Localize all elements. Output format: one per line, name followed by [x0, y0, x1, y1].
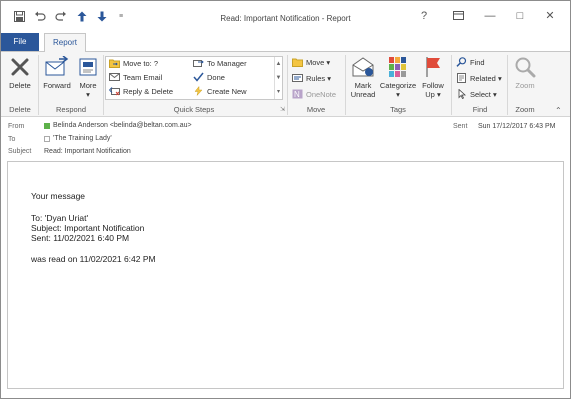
message-header: From Belinda Anderson <belinda@beltan.co…	[1, 117, 570, 159]
mark-unread-icon	[347, 56, 379, 78]
quick-step-create-new[interactable]: Create New	[193, 85, 247, 98]
ribbon: Delete Delete Forward More ▾ Respond Mov…	[1, 51, 570, 117]
more-respond-dropdown-arrow: ▾	[86, 90, 90, 99]
categorize-icon	[378, 56, 418, 78]
group-divider	[451, 55, 452, 115]
folder-arrow-icon	[109, 58, 120, 68]
group-label-respond: Respond	[55, 105, 87, 114]
ribbon-display-options-icon[interactable]	[447, 7, 469, 25]
forward-icon	[40, 55, 74, 78]
quick-step-move-to[interactable]: Move to: ?	[109, 58, 158, 70]
delete-button[interactable]: Delete	[5, 56, 35, 90]
find-icon	[456, 57, 467, 67]
from-value[interactable]: Belinda Anderson <belinda@beltan.com.au>	[53, 122, 192, 129]
delete-label: Delete	[9, 81, 31, 90]
zoom-icon	[510, 56, 540, 78]
message-body[interactable]: Your message To: 'Dyan Uriat' Subject: I…	[7, 161, 564, 389]
group-label-delete: Delete	[9, 105, 31, 114]
checkmark-icon	[193, 72, 204, 82]
move-folder-icon	[292, 57, 303, 67]
quick-step-to-manager[interactable]: To Manager	[193, 58, 247, 70]
envelope-icon	[109, 72, 120, 82]
ribbon-tabs: File Report	[1, 33, 570, 52]
minimize-button[interactable]: —	[479, 7, 501, 25]
onenote-icon: N	[292, 89, 303, 99]
flag-icon	[418, 56, 448, 78]
sent-value: Sun 17/12/2017 6:43 PM	[478, 123, 556, 130]
to-value[interactable]: 'The Training Lady'	[53, 135, 112, 142]
cursor-icon	[456, 88, 467, 100]
svg-text:N: N	[294, 90, 300, 99]
outlook-report-window: ≡ Read: Important Notification - Report …	[0, 0, 571, 399]
close-button[interactable]: ✕	[539, 7, 561, 25]
tab-report[interactable]: Report	[44, 33, 86, 52]
select-button[interactable]: Select ▾	[456, 88, 497, 101]
subject-value: Read: Important Notification	[44, 148, 131, 155]
group-divider	[103, 55, 104, 115]
presence-icon	[44, 123, 50, 129]
reply-delete-icon	[109, 86, 120, 96]
manager-icon	[193, 58, 204, 68]
more-respond-icon	[75, 56, 101, 78]
body-line-read-on: was read on 11/02/2021 6:42 PM	[31, 254, 156, 264]
lightning-icon	[193, 85, 204, 96]
quick-steps-gallery: Move to: ? Team Email Reply & Delete To …	[105, 56, 283, 100]
sent-label: Sent	[453, 123, 468, 130]
group-label-zoom: Zoom	[515, 105, 535, 114]
more-respond-button[interactable]: More ▾	[75, 56, 101, 99]
quick-step-done[interactable]: Done	[193, 72, 225, 84]
quick-steps-launcher-icon[interactable]: ⇲	[280, 106, 285, 113]
help-button[interactable]: ?	[413, 7, 435, 25]
body-line-subject: Subject: Important Notification	[31, 223, 145, 233]
forward-label: Forward	[43, 81, 71, 90]
related-icon	[456, 73, 467, 83]
group-divider	[287, 55, 288, 115]
tab-file[interactable]: File	[1, 33, 39, 51]
subject-label: Subject	[8, 148, 32, 155]
rules-icon	[292, 73, 303, 83]
related-button[interactable]: Related ▾	[456, 73, 502, 85]
follow-up-button[interactable]: Follow Up ▾	[418, 56, 448, 99]
title-bar: ≡ Read: Important Notification - Report …	[1, 1, 570, 33]
quick-steps-scroll[interactable]: ▲ ▼ ▾	[274, 57, 282, 99]
more-respond-label: More	[79, 81, 97, 90]
move-button[interactable]: Move ▾	[292, 57, 330, 69]
collapse-ribbon-icon[interactable]: ⌃	[555, 106, 562, 115]
presence-unknown-icon	[44, 136, 50, 142]
forward-button[interactable]: Forward	[40, 55, 74, 90]
onenote-button[interactable]: N OneNote	[292, 89, 336, 101]
mark-unread-button[interactable]: Mark Unread	[347, 56, 379, 99]
from-label: From	[8, 123, 25, 130]
group-label-quick-steps: Quick Steps	[173, 105, 215, 114]
body-line-your-message: Your message	[31, 191, 86, 201]
maximize-button[interactable]: □	[509, 7, 531, 25]
rules-button[interactable]: Rules ▾	[292, 73, 331, 85]
categorize-button[interactable]: Categorize ▾	[378, 56, 418, 99]
to-label: To	[8, 136, 16, 143]
group-label-find: Find	[472, 105, 488, 114]
group-label-tags: Tags	[390, 105, 406, 114]
body-line-to: To: 'Dyan Uriat'	[31, 213, 89, 223]
find-button[interactable]: Find	[456, 57, 485, 69]
body-line-sent: Sent: 11/02/2021 6:40 PM	[31, 233, 130, 243]
delete-icon	[5, 56, 35, 78]
quick-step-reply-delete[interactable]: Reply & Delete	[109, 86, 173, 98]
quick-step-team-email[interactable]: Team Email	[109, 72, 162, 84]
categorize-dropdown-arrow: ▾	[396, 90, 400, 99]
zoom-button[interactable]: Zoom	[510, 56, 540, 90]
group-label-move: Move	[306, 105, 326, 114]
group-divider	[345, 55, 346, 115]
group-divider	[507, 55, 508, 115]
